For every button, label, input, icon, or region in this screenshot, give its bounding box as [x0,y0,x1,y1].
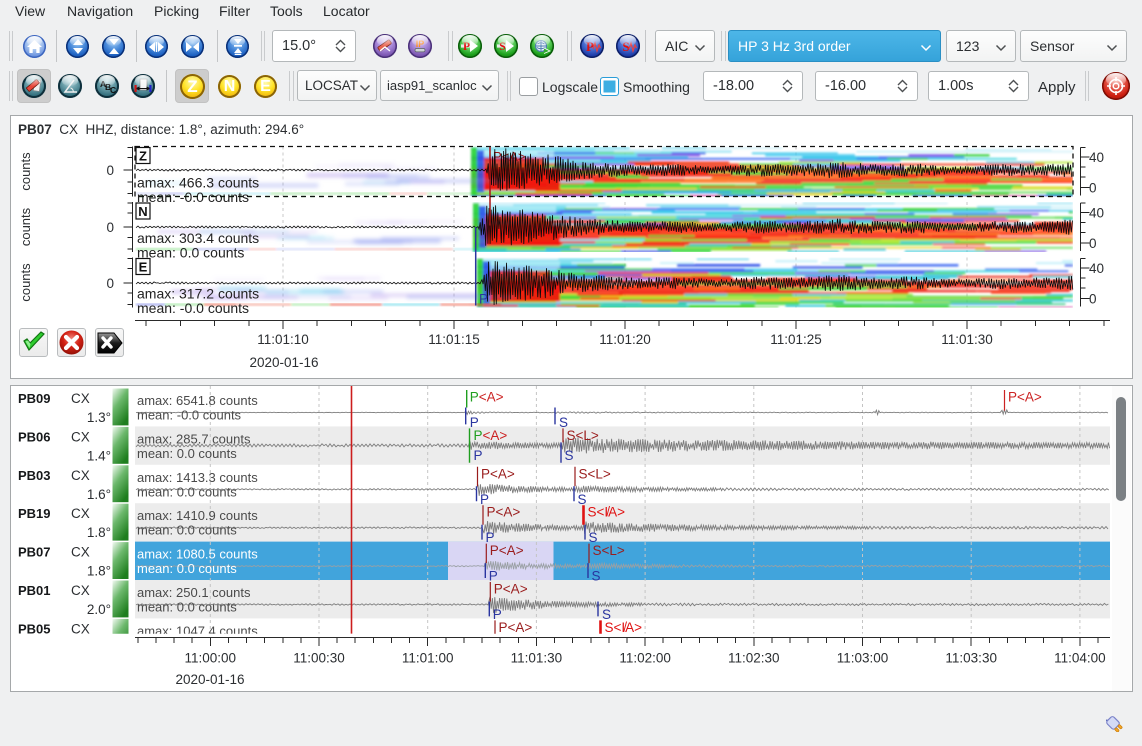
svg-text:11:01:25: 11:01:25 [770,332,822,347]
svg-text:1.8°: 1.8° [87,564,111,579]
svg-text:amax: 6541.8 counts: amax: 6541.8 counts [137,393,258,408]
svg-text:11:00:30: 11:00:30 [293,651,345,666]
svg-text:CX: CX [71,506,90,521]
svg-text:11:01:15: 11:01:15 [428,332,480,347]
svg-text:PB07: PB07 [18,545,51,560]
svg-text:amax: 1410.9 counts: amax: 1410.9 counts [137,508,258,523]
svg-text:S: S [592,569,601,584]
svg-text:S: S [499,41,505,53]
svg-text:11:02:30: 11:02:30 [728,651,780,666]
svg-text:mean: 0.0 counts: mean: 0.0 counts [137,245,244,261]
svg-text:P<A>: P<A> [494,582,528,597]
svg-text:P<A>: P<A> [1008,390,1042,405]
svg-text:S<L>: S<L> [579,466,611,481]
svg-text:CX: CX [71,468,90,483]
svg-text:P: P [586,39,594,54]
svg-text:S<I̸A>: S<I̸A> [588,505,626,520]
svg-text:2.1°: 2.1° [87,640,111,655]
svg-text:amax: 1047.4 counts: amax: 1047.4 counts [137,623,258,638]
svg-text:1.4°: 1.4° [87,448,111,463]
svg-text:mean: 0.0 counts: mean: 0.0 counts [137,600,237,615]
svg-text:mean: -0.0 counts: mean: -0.0 counts [137,300,249,316]
svg-text:CX: CX [71,429,90,444]
svg-text:mean: 0.0 counts: mean: 0.0 counts [137,523,237,538]
svg-text:11:01:00: 11:01:00 [402,651,454,666]
svg-text:1.6°: 1.6° [87,487,111,502]
svg-text:P<A>: P<A> [470,390,504,405]
svg-text:amax: 1080.5 counts: amax: 1080.5 counts [137,547,258,562]
svg-text:11:03:00: 11:03:00 [837,651,889,666]
svg-text:CX: CX [71,545,90,560]
svg-text:Z: Z [139,149,147,164]
svg-text:mean: -0.0 counts: mean: -0.0 counts [137,408,242,423]
svg-text:S: S [565,448,574,463]
svg-text:40: 40 [1089,150,1104,165]
svg-text:0: 0 [1089,236,1097,251]
svg-text:counts: counts [18,152,33,191]
svg-text:P: P [463,41,470,53]
svg-text:0: 0 [106,163,114,178]
svg-text:P<A>: P<A> [487,505,521,520]
svg-text:PB06: PB06 [18,429,51,444]
svg-text:counts: counts [18,207,33,246]
svg-text:S<I̸A>: S<I̸A> [605,620,643,635]
svg-text:40: 40 [1089,206,1104,221]
svg-text:CX: CX [71,391,90,406]
svg-text:P<A>: P<A> [481,466,515,481]
svg-text:0: 0 [1089,181,1097,196]
svg-text:40: 40 [1089,261,1104,276]
svg-text:S: S [606,645,615,660]
svg-text:PB19: PB19 [18,506,51,521]
svg-text:counts: counts [18,263,33,302]
svg-text:N: N [138,204,147,219]
svg-text:IP: IP [416,39,425,49]
svg-text:11:01:30: 11:01:30 [511,651,563,666]
svg-text:2020-01-16: 2020-01-16 [249,355,318,370]
svg-text:11:01:10: 11:01:10 [257,332,309,347]
svg-text:CX: CX [71,621,90,636]
svg-text:C: C [110,85,116,94]
svg-text:0: 0 [1089,292,1097,307]
svg-text:P: P [474,448,483,463]
svg-text:mean: 0.0 counts: mean: 0.0 counts [137,561,237,576]
svg-text:0: 0 [106,220,114,235]
svg-text:1.3°: 1.3° [87,410,111,425]
svg-text:11:01:20: 11:01:20 [599,332,651,347]
svg-text:E: E [139,260,148,275]
svg-text:P: P [498,645,507,660]
svg-text:2020-01-16: 2020-01-16 [175,672,244,687]
svg-text:1.8°: 1.8° [87,525,111,540]
svg-text:mean: 0.0 counts: mean: 0.0 counts [137,446,237,461]
svg-text:P: P [479,292,488,307]
svg-text:11:04:00: 11:04:00 [1054,651,1106,666]
svg-text:PB03: PB03 [18,468,51,483]
svg-text:PB05: PB05 [18,621,51,636]
svg-text:mean: 0.0 counts: mean: 0.0 counts [137,484,237,499]
svg-text:amax: 250.1 counts: amax: 250.1 counts [137,585,251,600]
svg-text:S<L>: S<L> [593,543,625,558]
svg-text:PB09: PB09 [18,391,51,406]
svg-text:11:00:00: 11:00:00 [185,651,237,666]
svg-text:2.0°: 2.0° [87,602,111,617]
svg-text:11:03:30: 11:03:30 [945,651,997,666]
svg-text:S: S [578,492,587,507]
svg-text:11:01:30: 11:01:30 [941,332,993,347]
svg-text:P<A>: P<A> [499,620,533,635]
svg-text:amax: 285.7 counts: amax: 285.7 counts [137,431,251,446]
svg-text:S<L>: S<L> [567,428,599,443]
svg-text:CX: CX [71,583,90,598]
svg-text:11:02:00: 11:02:00 [619,651,671,666]
svg-text:S: S [622,39,629,54]
svg-text:P<A>: P<A> [474,428,508,443]
svg-text:PB01: PB01 [18,583,51,598]
svg-text:amax: 1413.3 counts: amax: 1413.3 counts [137,470,258,485]
svg-text:P<A>: P<A> [490,543,524,558]
svg-text:0: 0 [106,276,114,291]
